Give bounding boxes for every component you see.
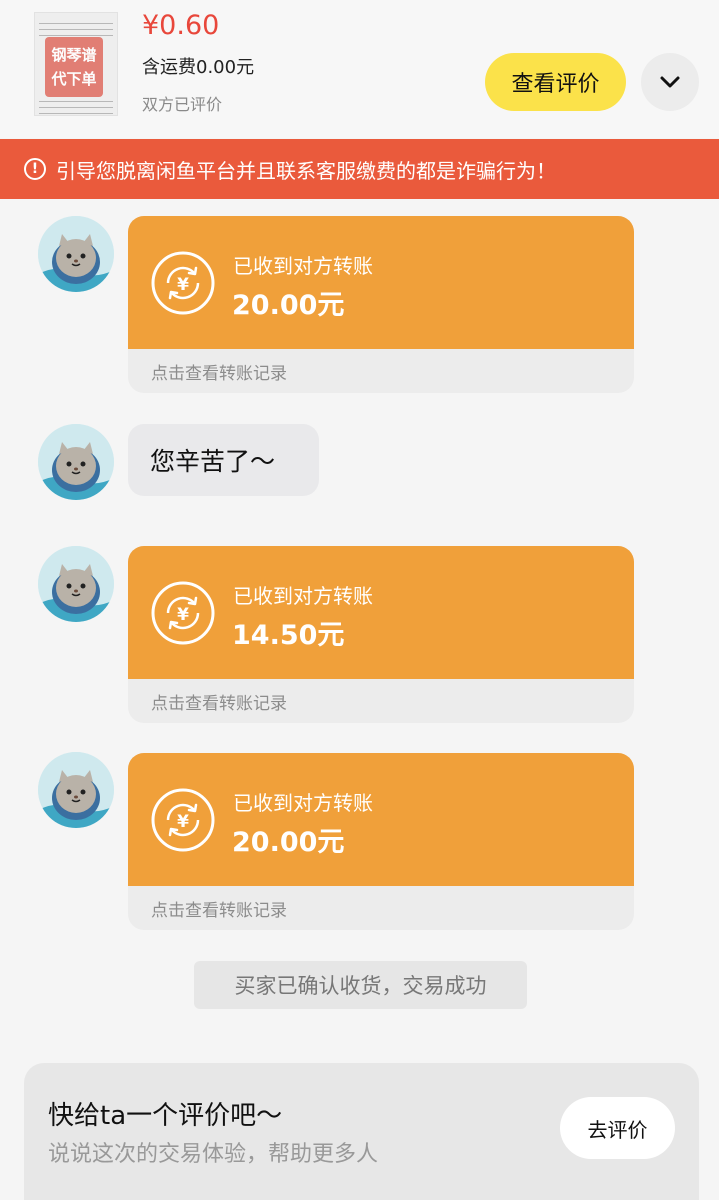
- transfer-amount: 20.00元: [232, 827, 345, 858]
- fraud-warning-banner: ! 引导您脱离闲鱼平台并且联系客服缴费的都是诈骗行为！: [0, 139, 719, 199]
- transfer-card-body: ¥ 已收到对方转账 20.00元: [128, 753, 634, 886]
- yuan-transfer-icon: ¥: [151, 788, 215, 852]
- product-header: 钢琴谱 代下单 ¥0.60 含运费0.00元 双方已评价 查看评价: [0, 0, 719, 138]
- thumbnail-stamp: 钢琴谱 代下单: [45, 37, 103, 97]
- transfer-card[interactable]: ¥ 已收到对方转账 20.00元 点击查看转账记录: [128, 216, 634, 393]
- transfer-card-body: ¥ 已收到对方转账 14.50元: [128, 546, 634, 679]
- transfer-amount: 14.50元: [232, 620, 345, 651]
- transfer-label: 已收到对方转账: [233, 254, 373, 278]
- review-prompt-title: 快给ta一个评价吧～: [48, 1101, 283, 1131]
- transfer-card[interactable]: ¥ 已收到对方转账 14.50元 点击查看转账记录: [128, 546, 634, 723]
- transfer-label: 已收到对方转账: [233, 584, 373, 608]
- go-review-button[interactable]: 去评价: [560, 1097, 675, 1159]
- svg-text:¥: ¥: [177, 605, 189, 625]
- product-thumbnail[interactable]: 钢琴谱 代下单: [34, 12, 118, 116]
- message-bubble[interactable]: 您辛苦了～: [128, 424, 319, 496]
- avatar[interactable]: [38, 424, 114, 500]
- review-prompt-subtitle: 说说这次的交易体验，帮助更多人: [48, 1142, 379, 1167]
- avatar[interactable]: [38, 546, 114, 622]
- transfer-record-link[interactable]: 点击查看转账记录: [151, 896, 287, 921]
- avatar[interactable]: [38, 216, 114, 292]
- avatar[interactable]: [38, 752, 114, 828]
- warning-text: 引导您脱离闲鱼平台并且联系客服缴费的都是诈骗行为！: [56, 158, 556, 183]
- review-prompt-card: 快给ta一个评价吧～ 说说这次的交易体验，帮助更多人 去评价: [24, 1063, 699, 1200]
- transfer-amount: 20.00元: [232, 290, 345, 321]
- transfer-record-link[interactable]: 点击查看转账记录: [151, 359, 287, 384]
- expand-button[interactable]: [641, 53, 699, 111]
- transfer-card[interactable]: ¥ 已收到对方转账 20.00元 点击查看转账记录: [128, 753, 634, 930]
- product-price: ¥0.60: [142, 10, 220, 41]
- transfer-record-link[interactable]: 点击查看转账记录: [151, 689, 287, 714]
- yuan-transfer-icon: ¥: [151, 251, 215, 315]
- transfer-label: 已收到对方转账: [233, 791, 373, 815]
- chevron-down-icon: [660, 76, 680, 88]
- view-review-button[interactable]: 查看评价: [485, 53, 626, 111]
- yuan-transfer-icon: ¥: [151, 581, 215, 645]
- svg-text:¥: ¥: [177, 275, 189, 295]
- shipping-fee: 含运费0.00元: [142, 57, 255, 78]
- svg-text:¥: ¥: [177, 812, 189, 832]
- exclamation-circle-icon: !: [24, 158, 46, 180]
- system-message: 买家已确认收货，交易成功: [194, 961, 527, 1009]
- rating-status: 双方已评价: [142, 95, 223, 114]
- transfer-card-body: ¥ 已收到对方转账 20.00元: [128, 216, 634, 349]
